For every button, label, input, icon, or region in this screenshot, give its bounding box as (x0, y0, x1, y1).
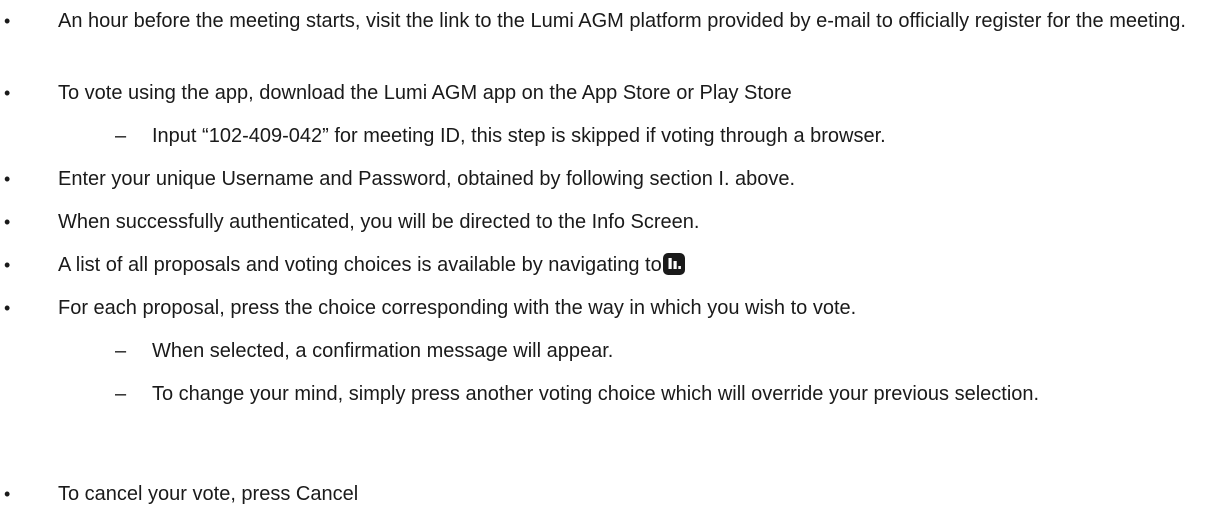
dash: – (115, 383, 127, 405)
list-item-text: For each proposal, press the choice corr… (58, 297, 857, 319)
sub-list-item-text: Input “102-409-042” for meeting ID, this… (152, 125, 886, 147)
sub-list-item-text: When selected, a confirmation message wi… (152, 340, 614, 362)
list-item-text: An hour before the meeting starts, visit… (58, 10, 1186, 32)
bullet: • (4, 484, 11, 504)
results-icon (662, 253, 685, 275)
bullet: • (4, 212, 11, 232)
list-item-text: When successfully authenticated, you wil… (58, 211, 700, 233)
list-item-text: To cancel your vote, press Cancel (58, 483, 359, 505)
dash: – (115, 340, 127, 362)
list-item-text: A list of all proposals and voting choic… (58, 254, 662, 276)
bullet: • (4, 255, 11, 275)
bullet: • (4, 298, 11, 318)
list-item-text: To vote using the app, download the Lumi… (58, 82, 792, 104)
list-item-text-wrap: A list of all proposals and voting choic… (58, 253, 1208, 277)
voting-instructions: • An hour before the meeting starts, vis… (0, 0, 1217, 517)
list-item-text: Enter your unique Username and Password,… (58, 168, 796, 190)
bullet: • (4, 169, 11, 189)
bullet: • (4, 11, 11, 31)
bullet: • (4, 83, 11, 103)
sub-list-item-text: To change your mind, simply press anothe… (152, 383, 1040, 405)
dash: – (115, 125, 127, 147)
